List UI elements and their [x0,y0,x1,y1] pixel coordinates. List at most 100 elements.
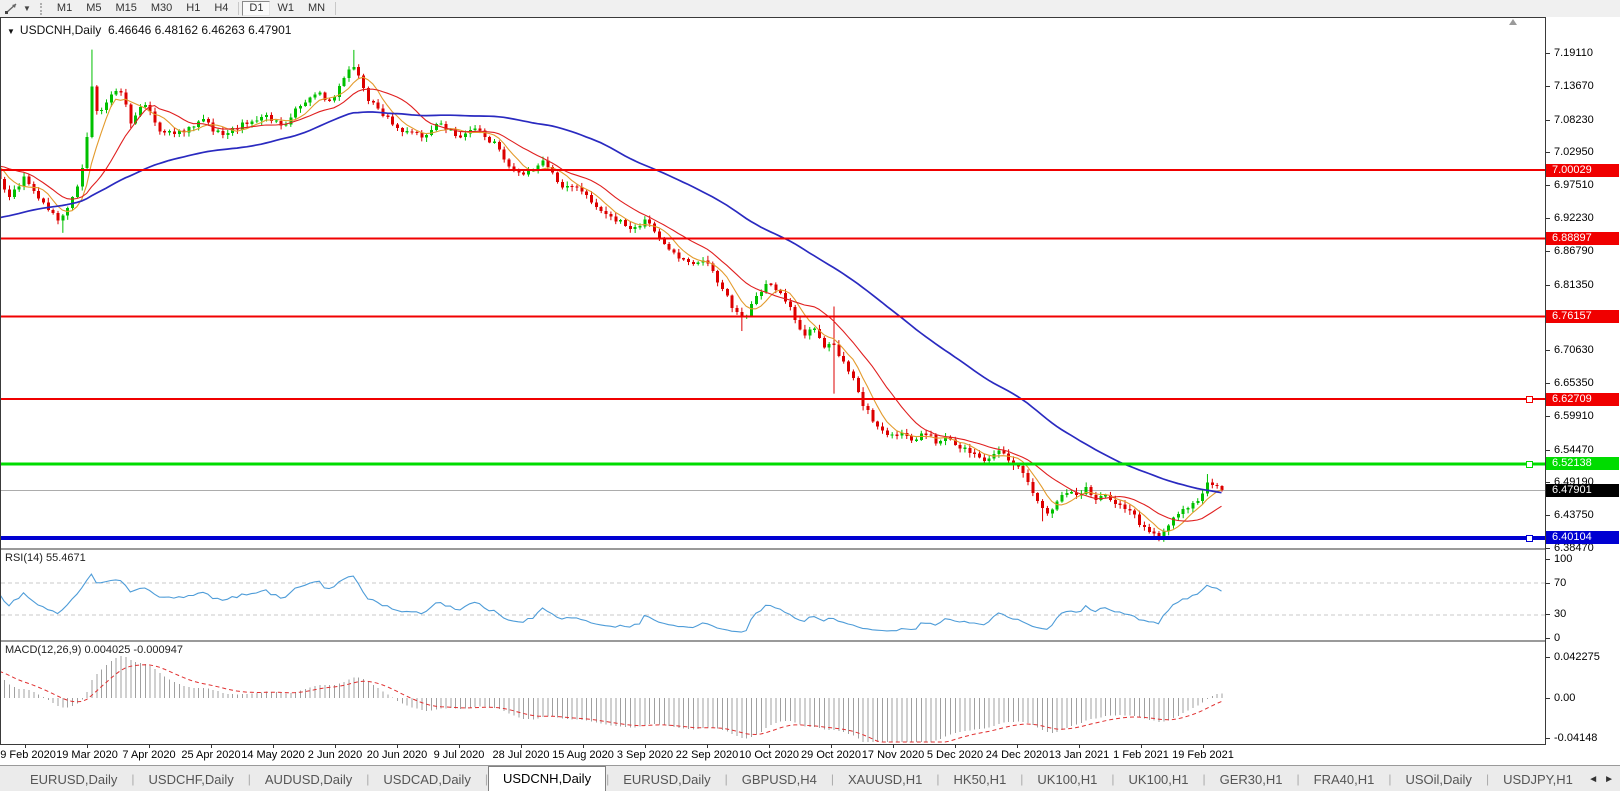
chart-tab-ger30-h1[interactable]: GER30,H1 [1206,768,1297,791]
bull-candle [61,215,64,220]
tab-scroll-left-icon[interactable]: ◄ [1588,774,1598,785]
price-axis[interactable]: 7.191107.136707.082307.029506.975106.922… [1546,17,1620,765]
line-end-handle[interactable] [1526,396,1533,403]
bear-candle [736,308,739,312]
bear-candle [769,283,772,284]
chart-tab-usoil-daily[interactable]: USOil,Daily [1391,768,1485,791]
collapse-icon[interactable]: ▼ [7,27,15,36]
bear-candle [866,406,869,410]
chart-tab-uk100-h1[interactable]: UK100,H1 [1115,768,1203,791]
bear-candle [124,93,127,105]
chart-tab-usdcnh-daily[interactable]: USDCNH,Daily [488,766,606,791]
timeframe-button-m15[interactable]: M15 [108,1,143,16]
price-tick-mark [1546,218,1550,219]
price-tick-mark [1546,482,1550,483]
bear-candle [590,195,593,203]
bear-candle [1114,500,1117,504]
chart-cursor-tool[interactable]: ▼ [0,0,35,17]
price-tick-mark [1546,350,1550,351]
bull-candle [314,94,317,97]
bull-candle [86,137,89,168]
date-tick-mark [1079,745,1080,748]
chart-tab-hk50-h1[interactable]: HK50,H1 [940,768,1021,791]
timeframe-button-d1[interactable]: D1 [242,1,270,16]
bear-candle [789,301,792,307]
bull-candle [275,120,278,121]
bear-candle [968,448,971,453]
chart-tab-usdjpy-h1[interactable]: USDJPY,H1 [1489,768,1586,791]
bull-candle [493,141,496,142]
date-axis[interactable]: 29 Feb 202019 Mar 20207 Apr 202025 Apr 2… [0,745,1620,765]
price-tick-mark [1546,53,1550,54]
chart-tab-eurusd-daily[interactable]: EURUSD,Daily [609,768,724,791]
price-tick-mark [1546,515,1550,516]
date-label: 5 Dec 2020 [927,749,983,761]
timeframe-button-w1[interactable]: W1 [270,1,301,16]
price-tick-label: 6.97510 [1554,179,1594,191]
bear-candle [357,67,360,75]
bull-candle [406,131,409,133]
price-chart-canvas[interactable] [1,18,1545,548]
date-label: 29 Oct 2020 [801,749,861,761]
timeframe-button-h1[interactable]: H1 [179,1,207,16]
bull-candle [939,441,942,444]
line-end-handle[interactable] [1526,535,1533,542]
chart-tab-audusd-daily[interactable]: AUDUSD,Daily [251,768,366,791]
bear-candle [1138,514,1141,525]
chart-tab-eurusd-daily[interactable]: EURUSD,Daily [16,768,131,791]
chart-tab-bar: EURUSD,Daily|USDCHF,Daily|AUDUSD,Daily|U… [0,765,1620,791]
date-label: 24 Dec 2020 [986,749,1048,761]
macd-canvas[interactable] [1,642,1545,744]
bull-candle [527,171,530,174]
date-tick-mark [25,745,26,748]
bull-candle [425,135,428,138]
bull-candle [265,115,268,117]
date-label: 28 Jul 2020 [493,749,550,761]
date-tick-mark [335,745,336,748]
rsi-canvas[interactable] [1,550,1545,640]
price-tick-label: 6.54470 [1554,444,1594,456]
chart-symbol-label: USDCNH,Daily [20,23,101,37]
timeframe-button-m1[interactable]: M1 [50,1,79,16]
date-tick-mark [211,745,212,748]
price-tick-label: 6.92230 [1554,212,1594,224]
bear-candle [478,128,481,130]
chart-tab-gbpusd-h4[interactable]: GBPUSD,H4 [728,768,831,791]
bear-candle [672,250,675,253]
bear-candle [1041,501,1044,508]
date-tick-mark [1203,745,1204,748]
moving-average-line-14 [1,89,1221,521]
bull-candle [309,98,312,103]
line-end-handle[interactable] [1526,461,1533,468]
bear-candle [377,103,380,109]
bear-candle [158,123,161,132]
bear-candle [1090,487,1093,495]
bull-candle [251,122,254,124]
bull-candle [76,186,79,197]
timeframe-button-m30[interactable]: M30 [144,1,179,16]
chart-tab-usdchf-daily[interactable]: USDCHF,Daily [135,768,248,791]
date-label: 7 Apr 2020 [122,749,175,761]
date-label: 20 Jun 2020 [367,749,428,761]
chart-shift-marker[interactable] [1509,19,1517,25]
bull-candle [440,123,443,124]
tab-scroll-right-icon[interactable]: ► [1604,774,1614,785]
tab-scroll-arrows: ◄ ► [1588,766,1618,791]
chevron-down-icon[interactable]: ▼ [23,4,31,13]
price-tick-mark [1546,383,1550,384]
bear-candle [595,203,598,207]
bull-candle [192,127,195,128]
bear-candle [391,116,394,124]
chart-tab-fra40-h1[interactable]: FRA40,H1 [1300,768,1389,791]
price-line-badge: 6.62709 [1546,393,1619,406]
timeframe-button-mn[interactable]: MN [301,1,332,16]
chart-tab-xauusd-h1[interactable]: XAUUSD,H1 [834,768,936,791]
chart-tab-uk100-h1[interactable]: UK100,H1 [1023,768,1111,791]
timeframe-button-m5[interactable]: M5 [79,1,108,16]
bull-candle [997,450,1000,453]
timeframe-button-h4[interactable]: H4 [207,1,235,16]
chart-tab-usdcad-daily[interactable]: USDCAD,Daily [369,768,484,791]
tab-strip: EURUSD,Daily|USDCHF,Daily|AUDUSD,Daily|U… [0,766,1586,791]
bull-candle [1196,501,1199,503]
bull-candle [808,330,811,336]
